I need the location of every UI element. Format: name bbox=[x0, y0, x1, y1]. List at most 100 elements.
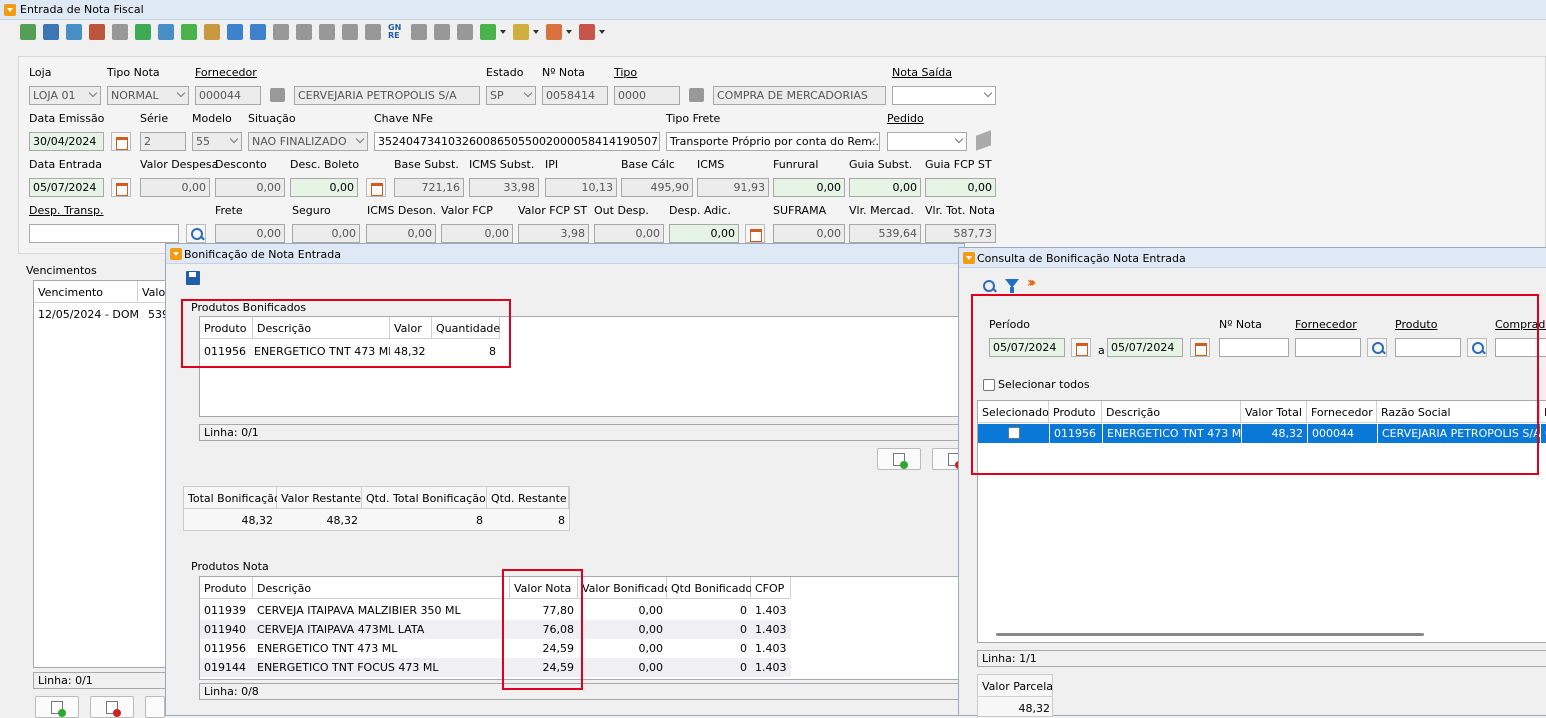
table-row[interactable]: 019144 ENERGETICO TNT FOCUS 473 ML 24,59 0,… bbox=[200, 658, 791, 677]
book-icon[interactable] bbox=[273, 24, 289, 40]
nota-saida-label[interactable]: Nota Saída bbox=[892, 66, 952, 79]
chevron-down-icon[interactable] bbox=[500, 30, 506, 34]
fornecedor-label[interactable]: Fornecedor bbox=[195, 66, 257, 79]
numero-nota-field[interactable]: 0058414 bbox=[542, 86, 608, 105]
export-icon[interactable] bbox=[66, 24, 82, 40]
chave-nfe-field[interactable]: 3524047341032600865055002000058414190507… bbox=[374, 132, 660, 151]
clipboard-icon[interactable] bbox=[204, 24, 220, 40]
guia-subst-field[interactable]: 0,00 bbox=[849, 178, 921, 197]
warning-icon[interactable] bbox=[411, 24, 427, 40]
pn-valor-bonificado-cell[interactable]: 0,00 bbox=[578, 658, 667, 677]
vencimento-cell[interactable]: 12/05/2024 - DOM bbox=[34, 305, 138, 324]
vencimentos-grid[interactable]: Vencimento Valor 12/05/2024 - DOM 539 bbox=[33, 280, 173, 668]
shuffle-icon[interactable] bbox=[250, 24, 266, 40]
building-icon[interactable] bbox=[319, 24, 335, 40]
chevron-down-icon[interactable] bbox=[566, 30, 572, 34]
save-icon[interactable] bbox=[186, 271, 200, 285]
forward-icon[interactable] bbox=[135, 24, 151, 40]
table-row[interactable]: 011940 CERVEJA ITAIPAVA 473ML LATA 76,08 0,… bbox=[200, 620, 791, 639]
pn-cfop-cell[interactable]: 1.403 bbox=[751, 658, 791, 677]
add-bonificado-button[interactable] bbox=[877, 448, 921, 470]
tipo-frete-select[interactable]: Transporte Próprio por conta do Rem... bbox=[666, 132, 880, 151]
data-emissao-field[interactable]: 30/04/2024 bbox=[29, 132, 104, 151]
remove-vencimento-button[interactable] bbox=[90, 696, 134, 718]
pn-valor-bonificado-cell[interactable]: 0,00 bbox=[578, 620, 667, 639]
add-vencimento-button[interactable] bbox=[35, 696, 79, 718]
pn-descricao-cell[interactable]: CERVEJA ITAIPAVA MALZIBIER 350 ML bbox=[253, 601, 510, 620]
funrural-field[interactable]: 0,00 bbox=[773, 178, 845, 197]
pedido-select[interactable] bbox=[887, 132, 967, 151]
c-n-cell[interactable]: 0 bbox=[1540, 424, 1546, 443]
refresh-icon[interactable] bbox=[181, 24, 197, 40]
more-vencimento-button[interactable] bbox=[145, 696, 165, 718]
tipo-lookup-icon[interactable] bbox=[689, 88, 704, 102]
situacao-select[interactable]: NAO FINALIZADO bbox=[248, 132, 368, 151]
nota-saida-select[interactable] bbox=[892, 86, 996, 105]
pn-descricao-cell[interactable]: CERVEJA ITAIPAVA 473ML LATA bbox=[253, 620, 510, 639]
pn-valor-bonificado-cell[interactable]: 0,00 bbox=[578, 639, 667, 658]
tools-icon[interactable] bbox=[89, 24, 105, 40]
modelo-select[interactable]: 55 bbox=[192, 132, 242, 151]
box-icon[interactable] bbox=[342, 24, 358, 40]
folder-icon[interactable] bbox=[296, 24, 312, 40]
desp-adic-field[interactable]: 0,00 bbox=[669, 224, 739, 243]
data-entrada-field[interactable]: 05/07/2024 bbox=[29, 178, 104, 197]
pn-qtd-bonificado-cell[interactable]: 0 bbox=[667, 639, 751, 658]
loja-select[interactable]: LOJA 01 bbox=[29, 86, 101, 105]
table-row[interactable]: 011939 CERVEJA ITAIPAVA MALZIBIER 350 ML 7… bbox=[200, 601, 791, 620]
pn-descricao-cell[interactable]: ENERGETICO TNT FOCUS 473 ML bbox=[253, 658, 510, 677]
fornecedor-lookup-icon[interactable] bbox=[270, 88, 285, 102]
pn-qtd-bonificado-cell[interactable]: 0 bbox=[667, 601, 751, 620]
save-icon[interactable] bbox=[43, 24, 59, 40]
gnre-icon[interactable]: GN RE bbox=[388, 24, 406, 40]
arrow-down-icon[interactable] bbox=[457, 24, 473, 40]
tipo-code-field[interactable]: 0000 bbox=[614, 86, 680, 105]
data-entrada-calendar-icon[interactable] bbox=[111, 178, 131, 197]
serie-field[interactable]: 2 bbox=[140, 132, 186, 151]
estado-select[interactable]: SP bbox=[486, 86, 536, 105]
pn-produto-cell[interactable]: 011940 bbox=[200, 620, 253, 639]
pn-descricao-header[interactable]: Descrição bbox=[253, 577, 510, 599]
chevron-down-icon[interactable] bbox=[533, 30, 539, 34]
pn-produto-cell[interactable]: 019144 bbox=[200, 658, 253, 677]
desp-adic-calc-icon[interactable] bbox=[745, 224, 765, 243]
new-doc-icon[interactable] bbox=[20, 24, 36, 40]
tipo-nota-select[interactable]: NORMAL bbox=[107, 86, 189, 105]
desp-transp-search-icon[interactable] bbox=[186, 224, 206, 243]
pn-qtd-bonificado-header[interactable]: Qtd Bonificado bbox=[667, 577, 752, 599]
desc-boleto-calc-icon[interactable] bbox=[366, 178, 386, 197]
pn-cfop-cell[interactable]: 1.403 bbox=[751, 639, 791, 658]
vencimento-col-header[interactable]: Vencimento bbox=[34, 281, 138, 303]
table-row[interactable]: 011956 ENERGETICO TNT 473 ML 24,59 0,00 0 1.4… bbox=[200, 639, 791, 658]
search-icon[interactable] bbox=[979, 277, 997, 295]
pn-produto-header[interactable]: Produto bbox=[200, 577, 253, 599]
desp-transp-field[interactable] bbox=[29, 224, 179, 243]
window-menu-icon[interactable] bbox=[4, 4, 16, 16]
pn-qtd-bonificado-cell[interactable]: 0 bbox=[667, 620, 751, 639]
delivery-icon[interactable] bbox=[546, 24, 562, 40]
pn-produto-cell[interactable]: 011939 bbox=[200, 601, 253, 620]
c-n-header[interactable]: N bbox=[1540, 401, 1546, 423]
pn-cfop-cell[interactable]: 1.403 bbox=[751, 601, 791, 620]
pn-valor-bonificado-cell[interactable]: 0,00 bbox=[578, 601, 667, 620]
data-emissao-calendar-icon[interactable] bbox=[111, 132, 131, 151]
chevron-right-icon[interactable]: ››› bbox=[1027, 275, 1037, 291]
pedido-label[interactable]: Pedido bbox=[887, 112, 924, 125]
horizontal-scrollbar[interactable] bbox=[996, 633, 1424, 636]
fornecedor-code-field[interactable]: 000044 bbox=[195, 86, 261, 105]
filter-icon[interactable] bbox=[1005, 279, 1019, 293]
megaphone-icon[interactable] bbox=[579, 24, 595, 40]
pn-valor-bonificado-header[interactable]: Valor Bonificado bbox=[578, 577, 671, 599]
edit-icon[interactable] bbox=[158, 24, 174, 40]
tipo-label[interactable]: Tipo bbox=[614, 66, 637, 79]
guia-fcp-st-field[interactable]: 0,00 bbox=[925, 178, 996, 197]
check-icon[interactable] bbox=[480, 24, 496, 40]
consulta-menu-icon[interactable] bbox=[963, 252, 975, 264]
desp-transp-label[interactable]: Desp. Transp. bbox=[29, 204, 104, 217]
desc-boleto-field[interactable]: 0,00 bbox=[290, 178, 358, 197]
pn-descricao-cell[interactable]: ENERGETICO TNT 473 ML bbox=[253, 639, 510, 658]
pn-cfop-cell[interactable]: 1.403 bbox=[751, 620, 791, 639]
pn-produto-cell[interactable]: 011956 bbox=[200, 639, 253, 658]
expand-icon[interactable] bbox=[227, 24, 243, 40]
chevron-down-icon[interactable] bbox=[599, 30, 605, 34]
